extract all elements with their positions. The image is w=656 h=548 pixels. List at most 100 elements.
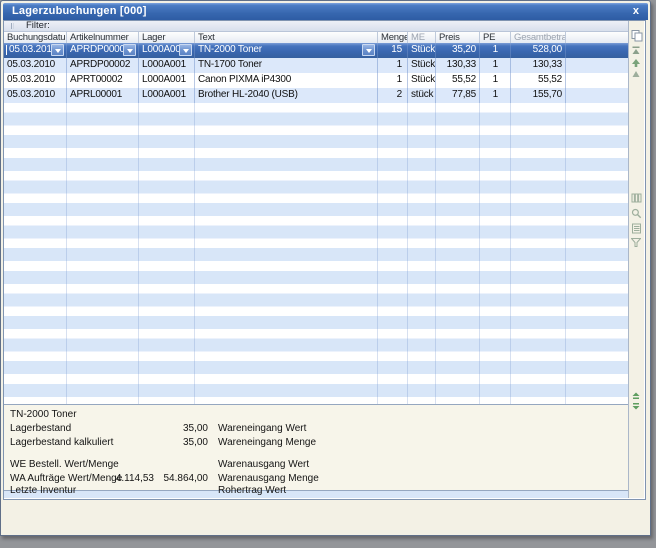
cell-me[interactable]: Stück bbox=[408, 73, 436, 88]
column-line bbox=[66, 43, 67, 404]
cell-gesamtbetrag[interactable]: 528,00 bbox=[511, 43, 566, 58]
wareneingang-wert-label: Wareneingang Wert bbox=[218, 423, 306, 434]
side-toolbar bbox=[628, 21, 644, 498]
we-bestell-label: WE Bestell. Wert/Menge bbox=[10, 459, 119, 470]
dropdown-button[interactable] bbox=[123, 44, 136, 56]
chevron-down-icon bbox=[366, 49, 372, 53]
cell-preis[interactable]: 35,20 bbox=[436, 43, 480, 58]
cell-gesamtbetrag[interactable]: 155,70 bbox=[511, 88, 566, 103]
wa-auftraege-menge: 54.864,00 bbox=[144, 473, 208, 484]
dropdown-button[interactable] bbox=[362, 44, 375, 56]
column-header-menge[interactable]: Menge bbox=[378, 32, 408, 43]
columns-icon[interactable] bbox=[631, 193, 642, 203]
summary-panel: TN-2000 Toner Lagerbestand 35,00 Warenei… bbox=[4, 404, 628, 491]
cell-artikelnummer[interactable]: APRDP00002 bbox=[67, 58, 139, 73]
column-header-me[interactable]: ME bbox=[408, 32, 436, 43]
letzte-inventur-label: Letzte Inventur bbox=[10, 480, 76, 496]
cell-preis[interactable]: 130,33 bbox=[436, 58, 480, 73]
cell-text[interactable]: Brother HL-2040 (USB) bbox=[195, 88, 378, 103]
filter-bar[interactable]: Filter: bbox=[4, 21, 628, 32]
rohertrag-wert-label: Rohertrag Wert bbox=[218, 480, 286, 496]
cell-filler bbox=[566, 73, 628, 88]
cell-menge[interactable]: 15 bbox=[378, 43, 408, 58]
column-line bbox=[138, 43, 139, 404]
cell-filler bbox=[566, 58, 628, 73]
chevron-down-icon bbox=[183, 49, 189, 53]
screen: Lagerzubuchungen [000] x Filter: Buchung… bbox=[0, 0, 656, 548]
scroll-up-icon[interactable] bbox=[631, 58, 641, 68]
filter-funnel-icon[interactable] bbox=[631, 238, 641, 247]
cell-me[interactable]: stück bbox=[408, 88, 436, 103]
search-icon[interactable] bbox=[631, 208, 642, 219]
cell-artikelnummer[interactable]: APRDP00001 bbox=[67, 43, 139, 58]
cell-buchungsdatum[interactable]: 05.03.2010 bbox=[4, 58, 67, 73]
text-caret bbox=[6, 45, 7, 55]
cell-pe[interactable]: 1 bbox=[480, 88, 511, 103]
scroll-to-top-icon[interactable] bbox=[631, 46, 641, 55]
cell-artikelnummer[interactable]: APRT00002 bbox=[67, 73, 139, 88]
empty-rows-area bbox=[4, 103, 628, 404]
dropdown-button[interactable] bbox=[51, 44, 64, 56]
cell-filler bbox=[566, 43, 628, 58]
cell-value: 05.03.2010 bbox=[9, 44, 57, 55]
column-line bbox=[194, 43, 195, 404]
cell-gesamtbetrag[interactable]: 130,33 bbox=[511, 58, 566, 73]
column-line bbox=[435, 43, 436, 404]
cell-buchungsdatum[interactable]: 05.03.2010 bbox=[4, 88, 67, 103]
cell-me[interactable]: Stück bbox=[408, 58, 436, 73]
column-header-text[interactable]: Text bbox=[195, 32, 378, 43]
column-header-preis[interactable]: Preis bbox=[436, 32, 480, 43]
copy-icon[interactable] bbox=[631, 30, 643, 42]
scroll-up-small-icon[interactable] bbox=[631, 70, 641, 78]
cell-menge[interactable]: 1 bbox=[378, 73, 408, 88]
column-header-artikelnummer[interactable]: Artikelnummer bbox=[67, 32, 139, 43]
close-button[interactable]: x bbox=[633, 3, 639, 19]
chevron-down-icon bbox=[55, 49, 61, 53]
column-header-filler bbox=[566, 32, 628, 43]
cell-text[interactable]: TN-2000 Toner bbox=[195, 43, 378, 58]
window-titlebar[interactable]: Lagerzubuchungen [000] x bbox=[3, 3, 648, 20]
cell-artikelnummer[interactable]: APRL00001 bbox=[67, 88, 139, 103]
column-header-gesamtbetrag[interactable]: Gesamtbetrag bbox=[511, 32, 566, 43]
warenausgang-wert-label: Warenausgang Wert bbox=[218, 459, 309, 470]
cell-preis[interactable]: 77,85 bbox=[436, 88, 480, 103]
cell-preis[interactable]: 55,52 bbox=[436, 73, 480, 88]
wareneingang-menge-label: Wareneingang Menge bbox=[218, 437, 316, 448]
table-row[interactable]: 05.03.2010 APRDP00002 L000A001 TN-1700 T… bbox=[4, 58, 628, 73]
panel-toggle-icon[interactable] bbox=[631, 392, 641, 400]
cell-lager[interactable]: L000A001 bbox=[139, 88, 195, 103]
cell-gesamtbetrag[interactable]: 55,52 bbox=[511, 73, 566, 88]
panel-toggle-icon[interactable] bbox=[631, 402, 641, 410]
dropdown-button[interactable] bbox=[179, 44, 192, 56]
table-row[interactable]: 05.03.2010 APRT00002 L000A001 Canon PIXM… bbox=[4, 73, 628, 88]
cell-buchungsdatum[interactable]: 05.03.2010 bbox=[4, 43, 67, 58]
table-row[interactable]: 05.03.2010 APRL00001 L000A001 Brother HL… bbox=[4, 88, 628, 103]
cell-text[interactable]: Canon PIXMA iP4300 bbox=[195, 73, 378, 88]
chevron-down-icon bbox=[127, 49, 133, 53]
wa-auftraege-wert: 4.114,53 bbox=[64, 473, 154, 484]
filter-grip-icon bbox=[11, 23, 12, 29]
cell-buchungsdatum[interactable]: 05.03.2010 bbox=[4, 73, 67, 88]
column-header-buchungsdatum[interactable]: Buchungsdatum bbox=[4, 32, 67, 43]
cell-menge[interactable]: 2 bbox=[378, 88, 408, 103]
column-header-lager[interactable]: Lager bbox=[139, 32, 195, 43]
cell-pe[interactable]: 1 bbox=[480, 58, 511, 73]
table-row-selected[interactable]: 05.03.2010 APRDP00001 L000A001 TN-2000 T… bbox=[4, 43, 628, 58]
lagerbestand-kalkuliert-value: 35,00 bbox=[144, 437, 208, 448]
cell-pe[interactable]: 1 bbox=[480, 43, 511, 58]
column-header-pe[interactable]: PE bbox=[480, 32, 511, 43]
lagerbestand-value: 35,00 bbox=[144, 423, 208, 434]
cell-pe[interactable]: 1 bbox=[480, 73, 511, 88]
cell-lager[interactable]: L000A001 bbox=[139, 73, 195, 88]
column-line bbox=[407, 43, 408, 404]
cell-lager[interactable]: L000A001 bbox=[139, 43, 195, 58]
cell-lager[interactable]: L000A001 bbox=[139, 58, 195, 73]
cell-me[interactable]: Stück bbox=[408, 43, 436, 58]
cell-text[interactable]: TN-1700 Toner bbox=[195, 58, 378, 73]
column-line bbox=[565, 43, 566, 404]
cell-menge[interactable]: 1 bbox=[378, 58, 408, 73]
sheet-icon[interactable] bbox=[631, 223, 642, 234]
lagerbestand-kalkuliert-label: Lagerbestand kalkuliert bbox=[10, 437, 113, 448]
empty-row bbox=[4, 491, 628, 498]
column-line bbox=[479, 43, 480, 404]
